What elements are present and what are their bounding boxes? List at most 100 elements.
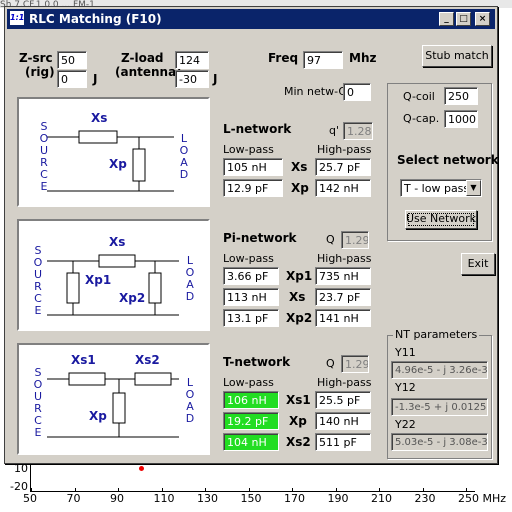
t-xs1-label: Xs1 (286, 393, 311, 407)
q-coil-input[interactable]: 250 (444, 87, 478, 105)
l-xs-lowpass: 105 nH (223, 158, 283, 176)
select-network-label: Select network (397, 153, 499, 167)
q-cap-label: Q-cap. (403, 112, 440, 125)
t-q-value: 1.29 (341, 355, 369, 373)
zload-x-input[interactable]: -30 (175, 70, 209, 88)
plot-marker (139, 466, 144, 471)
load-label: LOAD (185, 377, 195, 425)
t-xp-highpass: 140 nH (315, 412, 371, 430)
xs-diagram-label: Xs (91, 111, 108, 125)
l-xp-label: Xp (291, 181, 309, 195)
pi-high-pass-label: High-pass (317, 252, 372, 265)
exit-button[interactable]: Exit (461, 253, 495, 275)
zsrc-j-label: J (93, 72, 98, 86)
x-tick-label: 170 (284, 492, 305, 505)
x-tick-label: 250 MHz (458, 492, 507, 505)
pi-network-diagram: SOURCE LOAD Xs Xp1 Xp2 (17, 219, 210, 331)
t-xp-label: Xp (289, 414, 307, 428)
zload-label: Z-load (121, 51, 164, 65)
l-low-pass-label: Low-pass (223, 143, 274, 156)
load-text: LOAD (185, 376, 195, 425)
x-tick-label: 130 (197, 492, 218, 505)
network-select[interactable]: T - low pass ▼ (400, 179, 482, 197)
window-title: RLC Matching (F10) (29, 12, 162, 26)
stub-match-button[interactable]: Stub match (422, 45, 492, 67)
l-xp-lowpass: 12.9 pF (223, 179, 283, 197)
l-network-title: L-network (223, 122, 292, 136)
min-q-label: Min netw-Q (284, 85, 348, 98)
pi-network-title: Pi-network (223, 231, 297, 245)
network-select-value: T - low pass (404, 182, 470, 195)
x-tick-label: 230 (414, 492, 436, 505)
l-network-diagram: SOURCE LOAD Xs Xp (17, 97, 210, 207)
t-xs2-highpass: 511 pF (315, 433, 371, 451)
l-xs-highpass: 25.7 pF (315, 158, 371, 176)
x-tick-label: 50 (23, 492, 37, 505)
l-q-label: q' (329, 124, 340, 137)
title-bar[interactable]: 1:1 RLC Matching (F10) _ □ × (7, 9, 495, 29)
xs-diagram-label: Xs (109, 235, 126, 249)
pi-xp1-highpass: 735 nH (315, 267, 371, 285)
source-label: SOURCE (33, 245, 43, 317)
source-text: SOURCE (39, 120, 49, 193)
zload-sublabel: (antenna) (115, 65, 182, 79)
pi-xp1-lowpass: 3.66 pF (223, 267, 279, 285)
t-xs1-highpass: 25.5 pF (315, 391, 371, 409)
zload-j-label: J (213, 72, 218, 86)
pi-xp1-label: Xp1 (286, 269, 313, 283)
y22-label: Y22 (395, 418, 416, 431)
q-cap-input[interactable]: 1000 (444, 110, 478, 128)
x-tick-label: 110 (153, 492, 175, 505)
pi-xs-label: Xs (289, 290, 306, 304)
freq-label: Freq (268, 51, 299, 65)
y12-value: -1.3e-5 + j 0.0125 (391, 398, 488, 416)
zsrc-sublabel: (rig) (25, 65, 55, 79)
t-network-diagram: SOURCE LOAD Xs1 Xs2 Xp (17, 343, 210, 455)
x-tick-label: 150 (240, 492, 262, 505)
t-high-pass-label: High-pass (317, 376, 372, 389)
source-label: SOURCE (39, 121, 49, 193)
maximize-button[interactable]: □ (456, 12, 471, 26)
t-xs1-lowpass: 106 nH (223, 391, 279, 409)
source-label: SOURCE (33, 367, 43, 439)
chevron-down-icon[interactable]: ▼ (466, 180, 481, 196)
load-text: LOAD (179, 132, 189, 181)
pi-xs-lowpass: 113 nH (223, 288, 279, 306)
t-xs2-label: Xs2 (286, 435, 311, 449)
load-label: LOAD (179, 133, 189, 181)
source-text: SOURCE (33, 366, 43, 439)
zsrc-r-input[interactable]: 50 (57, 51, 87, 69)
y11-label: Y11 (395, 346, 416, 359)
zload-r-input[interactable]: 124 (175, 51, 209, 69)
background-plot (30, 462, 475, 492)
xp-diagram-label: Xp (89, 409, 107, 423)
l-q-value: 1.28 (343, 122, 373, 140)
y11-value: 4.96e-5 - j 3.26e-3 (391, 361, 488, 379)
x-tick-label: 70 (66, 492, 81, 505)
l-high-pass-label: High-pass (317, 143, 372, 156)
zsrc-x-input[interactable]: 0 (57, 70, 87, 88)
app-icon: 1:1 (10, 11, 24, 25)
xp1-diagram-label: Xp1 (85, 273, 112, 287)
pi-q-value: 1.29 (341, 231, 369, 249)
pi-xp2-lowpass: 13.1 pF (223, 309, 279, 327)
min-q-input[interactable]: 0 (343, 83, 371, 101)
xs1-diagram-label: Xs1 (71, 353, 96, 367)
l-xs-label: Xs (291, 160, 308, 174)
pi-xp2-highpass: 141 nH (315, 309, 371, 327)
load-text: LOAD (185, 254, 195, 303)
close-button[interactable]: × (475, 12, 490, 26)
x-tick-label: 210 (371, 492, 392, 505)
minimize-button[interactable]: _ (439, 12, 454, 26)
t-network-title: T-network (223, 355, 291, 369)
xp2-diagram-label: Xp2 (119, 291, 146, 305)
rlc-matching-window: 1:1 RLC Matching (F10) _ □ × Z-src (rig)… (4, 6, 499, 464)
nt-parameters-title: NT parameters (393, 328, 480, 341)
use-network-button[interactable]: Use Network (405, 210, 477, 229)
freq-input[interactable]: 97 (303, 51, 343, 69)
y22-value: 5.03e-5 - j 3.08e-3 (391, 433, 488, 451)
source-text: SOURCE (33, 244, 43, 317)
t-xs2-lowpass: 104 nH (223, 433, 279, 451)
freq-unit: Mhz (349, 51, 377, 65)
l-xp-highpass: 142 nH (315, 179, 371, 197)
